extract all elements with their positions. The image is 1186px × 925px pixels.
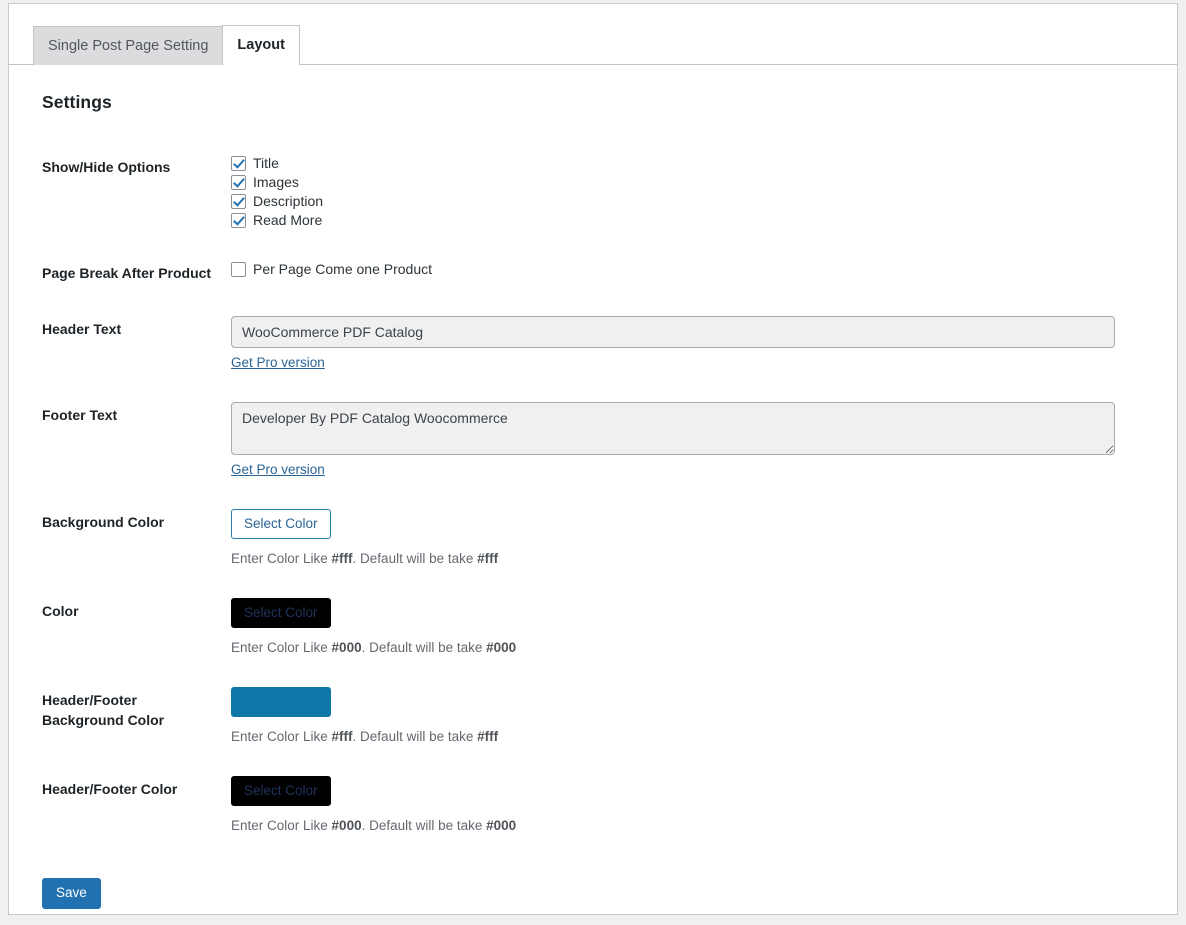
header-text-input[interactable] [231,316,1115,348]
hint-middle: . Default will be take [361,818,487,833]
label-background-color: Background Color [42,514,165,530]
hint-prefix: Enter Color Like [231,729,332,744]
row-page-break-after-product: Page Break After Product Per Page Come o… [9,245,1177,301]
hint-prefix: Enter Color Like [231,640,332,655]
hint-prefix: Enter Color Like [231,551,332,566]
page-title: Settings [42,92,112,112]
settings-content: Settings Show/Hide Options Title Images … [9,92,1177,909]
checkbox-per-page-one-product[interactable] [231,262,246,277]
row-footer-text: Footer Text Get Pro version [9,387,1177,494]
hint-middle: . Default will be take [352,729,478,744]
hint-prefix: Enter Color Like [231,818,332,833]
header-footer-color-select-button[interactable]: Select Color [231,776,331,806]
label-footer-text: Footer Text [42,407,118,423]
checkbox-images[interactable] [231,175,246,190]
tab-label: Layout [237,37,285,53]
row-show-hide-options: Show/Hide Options Title Images Descripti… [9,139,1177,245]
label-show-hide-options: Show/Hide Options [42,159,171,175]
background-color-select-button[interactable]: Select Color [231,509,331,539]
checkbox-label-title[interactable]: Title [253,154,279,173]
tab-single-post-page-setting[interactable]: Single Post Page Setting [33,26,224,65]
checkbox-read-more[interactable] [231,213,246,228]
row-header-text: Header Text Get Pro version [9,301,1177,387]
save-row: Save [42,878,1177,909]
save-button[interactable]: Save [42,878,101,909]
tab-bar: Single Post Page Setting Layout [9,25,1177,65]
checkbox-label-read-more[interactable]: Read More [253,211,322,230]
hint-code-2: #000 [486,640,517,655]
tab-layout[interactable]: Layout [222,25,300,65]
row-background-color: Background Color Select Color Enter Colo… [9,494,1177,583]
footer-text-pro-link[interactable]: Get Pro version [231,462,325,477]
checkbox-row-read-more[interactable]: Read More [231,211,1167,230]
show-hide-options-list: Title Images Description Read More [231,154,1167,230]
checkbox-title[interactable] [231,156,246,171]
header-text-pro-link[interactable]: Get Pro version [231,355,325,370]
hint-middle: . Default will be take [352,551,478,566]
hint-code-1: #fff [331,551,353,566]
label-page-break-after-product: Page Break After Product [42,265,212,281]
settings-card: Single Post Page Setting Layout Settings… [8,3,1178,915]
hint-code-1: #000 [331,818,362,833]
checkbox-row-title[interactable]: Title [231,154,1167,173]
hint-code-2: #000 [486,818,517,833]
hint-code-2: #fff [477,551,499,566]
header-footer-color-hint: Enter Color Like #000. Default will be t… [231,817,1167,835]
checkbox-description[interactable] [231,194,246,209]
row-header-footer-color: Header/Footer Color Select Color Enter C… [9,761,1177,850]
checkbox-label-images[interactable]: Images [253,173,299,192]
row-header-footer-background-color: Header/Footer Background Color Select Co… [9,672,1177,761]
label-header-footer-color: Header/Footer Color [42,781,178,797]
settings-form-table: Show/Hide Options Title Images Descripti… [9,139,1177,850]
header-footer-background-color-select-button[interactable]: Select Color [231,687,331,717]
checkbox-label-per-page-one-product[interactable]: Per Page Come one Product [253,260,432,279]
checkbox-row-images[interactable]: Images [231,173,1167,192]
hint-code-1: #000 [331,640,362,655]
footer-text-textarea[interactable] [231,402,1115,455]
checkbox-row-description[interactable]: Description [231,192,1167,211]
color-hint: Enter Color Like #000. Default will be t… [231,639,1167,657]
hint-middle: . Default will be take [361,640,487,655]
checkbox-row-per-page-one-product[interactable]: Per Page Come one Product [231,260,1167,279]
hint-code-2: #fff [477,729,499,744]
tab-label: Single Post Page Setting [48,38,209,54]
header-footer-background-color-hint: Enter Color Like #fff. Default will be t… [231,728,1167,746]
label-header-footer-background-color: Header/Footer Background Color [42,692,165,728]
checkbox-label-description[interactable]: Description [253,192,323,211]
label-color: Color [42,603,79,619]
row-color: Color Select Color Enter Color Like #000… [9,583,1177,672]
label-header-text: Header Text [42,321,122,337]
hint-code-1: #fff [331,729,353,744]
background-color-hint: Enter Color Like #fff. Default will be t… [231,550,1167,568]
color-select-button[interactable]: Select Color [231,598,331,628]
